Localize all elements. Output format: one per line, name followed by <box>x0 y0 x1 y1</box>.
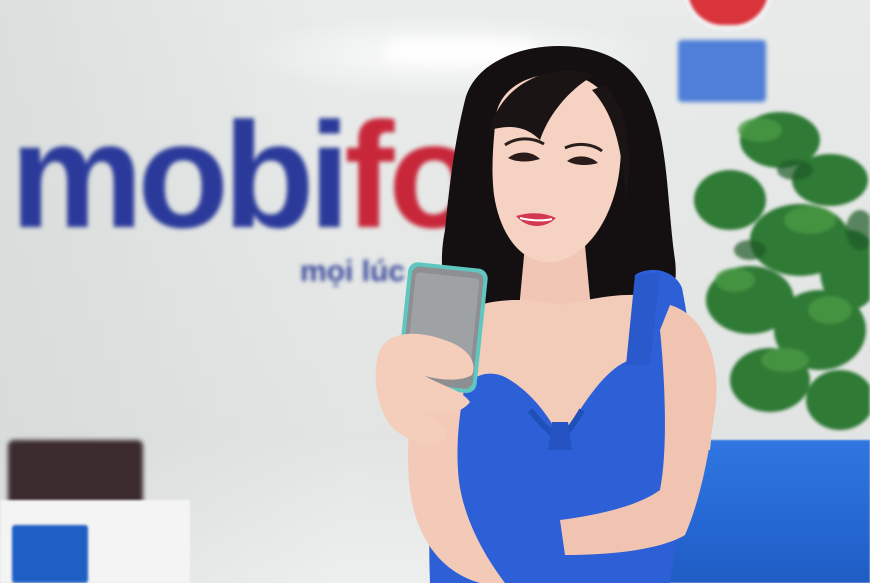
logo-blue-part: mobi <box>10 91 350 259</box>
woman-holding-phone <box>375 45 717 583</box>
photo-scene: mobifon mọi lúc <box>0 0 870 583</box>
counter-blue-sign <box>12 525 88 583</box>
